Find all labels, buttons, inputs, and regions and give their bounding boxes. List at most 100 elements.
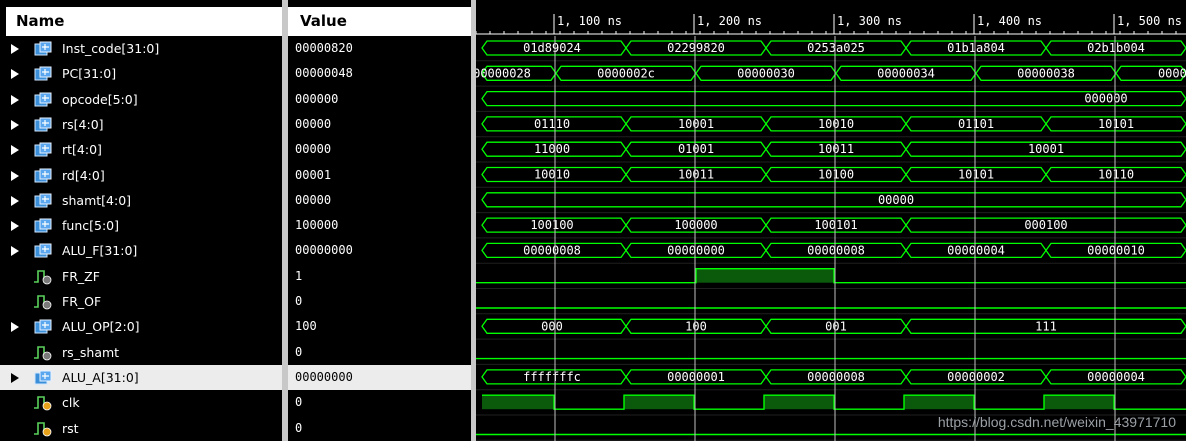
- signal-row[interactable]: rst: [0, 416, 282, 441]
- expand-arrow-icon[interactable]: [11, 170, 19, 181]
- bus-value-label: 02299820: [667, 41, 725, 55]
- time-tick-label: 1, 100 ns: [557, 14, 622, 28]
- signal-value: 00000048: [295, 66, 353, 81]
- signal-name: rs_shamt: [62, 344, 120, 360]
- expand-arrow-icon[interactable]: [11, 372, 19, 383]
- bus-value-label: 00000008: [807, 370, 865, 384]
- value-panel: Value 00000820 00000048 000000 00000 00000 00…: [288, 0, 478, 441]
- bus-segment[interactable]: [481, 192, 1186, 208]
- expand-arrow-icon[interactable]: [11, 145, 19, 156]
- high-level-fill: [904, 395, 974, 410]
- high-level-fill: [482, 395, 554, 410]
- signal-row[interactable]: opcode[5:0]: [0, 87, 282, 112]
- waveform-row[interactable]: 10010 10011 10100 10101 10110: [481, 166, 1186, 183]
- time-tick-label: 1, 300 ns: [837, 14, 902, 28]
- bus-signal-icon: [34, 66, 52, 81]
- high-level-fill: [624, 395, 694, 410]
- bus-signal-icon: [34, 142, 52, 157]
- bus-value-label: 02b1b004: [1087, 41, 1145, 55]
- signal-value: 00000000: [295, 243, 353, 258]
- signal-value: 0: [295, 294, 303, 308]
- signal-row[interactable]: ALU_A[31:0]: [0, 364, 282, 390]
- bus-value-label: 01001: [678, 142, 714, 156]
- bit-signal-icon: [34, 269, 52, 285]
- expand-arrow-icon[interactable]: [11, 246, 19, 257]
- bus-value-label: 10101: [958, 168, 994, 182]
- waveform-row[interactable]: 01110 10001 10010 01101 10101: [481, 116, 1186, 132]
- waveform-row[interactable]: fffffffc 00000001 00000008 00000002 00000004: [481, 369, 1186, 385]
- expand-arrow-icon[interactable]: [11, 44, 19, 54]
- bus-value-label: 00000: [1158, 66, 1186, 80]
- signal-value: 00000000: [288, 364, 478, 390]
- signal-row[interactable]: ALU_OP[2:0]: [0, 314, 282, 339]
- bus-value-label: 11000: [534, 142, 570, 156]
- waveform-row[interactable]: 000000: [481, 90, 1186, 107]
- waveform-panel[interactable]: 1, 100 ns 1, 200 ns 1, 300 ns 1, 400 ns 1, 5…: [476, 0, 1186, 441]
- bus-value-label: 000100: [1024, 218, 1067, 232]
- expand-arrow-icon[interactable]: [11, 119, 19, 130]
- bus-value-label: 00000004: [1087, 370, 1145, 384]
- signal-row[interactable]: rt[4:0]: [0, 137, 282, 162]
- waveform-row[interactable]: 100100 100000 100101 000100: [481, 217, 1186, 233]
- waveform-row[interactable]: 11000 01001 10011 10001: [481, 141, 1186, 157]
- waveform-row[interactable]: 00000008 00000000 00000008 00000004 00000010: [481, 242, 1186, 259]
- signal-row[interactable]: ALU_F[31:0]: [0, 238, 282, 263]
- signal-value: 00000820: [295, 41, 353, 55]
- bus-value-label: 01b1a804: [947, 41, 1005, 55]
- bus-value-label: 00000002: [947, 370, 1005, 384]
- bus-value-label: 10011: [678, 168, 714, 182]
- bus-value-label: 00000030: [737, 66, 795, 80]
- bus-signal-icon: [34, 92, 52, 107]
- signal-row[interactable]: func[5:0]: [0, 213, 282, 238]
- signal-row[interactable]: shamt[4:0]: [0, 188, 282, 213]
- time-ruler[interactable]: 1, 100 ns 1, 200 ns 1, 300 ns 1, 400 ns 1, 5…: [476, 14, 1186, 35]
- bus-value-label: 001: [825, 319, 847, 333]
- bus-signal-icon: [34, 370, 52, 385]
- waveform-row[interactable]: [482, 394, 1186, 410]
- waveform-row[interactable]: 00000: [481, 192, 1186, 208]
- expand-arrow-icon[interactable]: [11, 221, 19, 232]
- bus-signal-icon: [34, 193, 52, 208]
- signal-value: 0: [295, 344, 303, 359]
- high-level-fill: [764, 395, 834, 410]
- expand-arrow-icon[interactable]: [11, 322, 19, 333]
- name-column-header[interactable]: Name: [6, 7, 282, 36]
- waveform-canvas[interactable]: 1, 100 ns 1, 200 ns 1, 300 ns 1, 400 ns 1, 5…: [476, 0, 1186, 441]
- signal-value: 00000: [295, 116, 332, 131]
- signal-value: 1: [295, 268, 303, 283]
- waveform-row[interactable]: 000 100 001 111: [481, 318, 1186, 334]
- bus-value-label: 100101: [814, 218, 857, 232]
- bus-value-label: 10010: [534, 168, 570, 182]
- expand-arrow-icon[interactable]: [11, 69, 19, 80]
- waveform-row[interactable]: 00000028 0000002c 00000030 00000034 00000038…: [476, 65, 1186, 81]
- bit-signal-icon: [34, 345, 52, 360]
- expand-arrow-icon[interactable]: [11, 94, 19, 105]
- waveform-row[interactable]: 01d89024 02299820 0253a025 01b1a804 02b1b004: [481, 40, 1186, 56]
- name-panel: Name Inst_code[31:0] PC[31:0] opcode[5:0] r…: [0, 0, 282, 441]
- signal-row[interactable]: FR_ZF: [0, 264, 282, 289]
- bus-segment[interactable]: [481, 90, 1186, 107]
- signal-name: shamt[4:0]: [62, 192, 132, 208]
- bus-value-label: 00000004: [947, 243, 1005, 257]
- signal-row[interactable]: rd[4:0]: [0, 163, 282, 188]
- signal-name: func[5:0]: [62, 218, 119, 234]
- signal-row[interactable]: Inst_code[31:0]: [0, 36, 282, 61]
- expand-arrow-icon[interactable]: [11, 195, 19, 206]
- signal-row[interactable]: PC[31:0]: [0, 61, 282, 86]
- bus-value-label: 10001: [1028, 142, 1064, 156]
- signal-row[interactable]: FR_OF: [0, 289, 282, 314]
- signal-value: 00000: [295, 192, 332, 207]
- signal-name: ALU_A[31:0]: [62, 369, 139, 385]
- waveform-row[interactable]: [476, 268, 1186, 284]
- signal-row[interactable]: rs_shamt: [0, 340, 282, 365]
- value-column-header[interactable]: Value: [288, 7, 471, 36]
- signal-value: 0: [295, 420, 303, 435]
- bus-value-label: 10011: [818, 142, 854, 156]
- signal-name: opcode[5:0]: [62, 91, 138, 107]
- bus-value-label: 100000: [674, 218, 717, 232]
- high-level-fill: [696, 268, 834, 283]
- signal-row[interactable]: rs[4:0]: [0, 112, 282, 137]
- time-tick-label: 1, 400 ns: [977, 14, 1042, 28]
- signal-row[interactable]: clk: [0, 390, 282, 415]
- bit-signal-icon: [34, 396, 52, 411]
